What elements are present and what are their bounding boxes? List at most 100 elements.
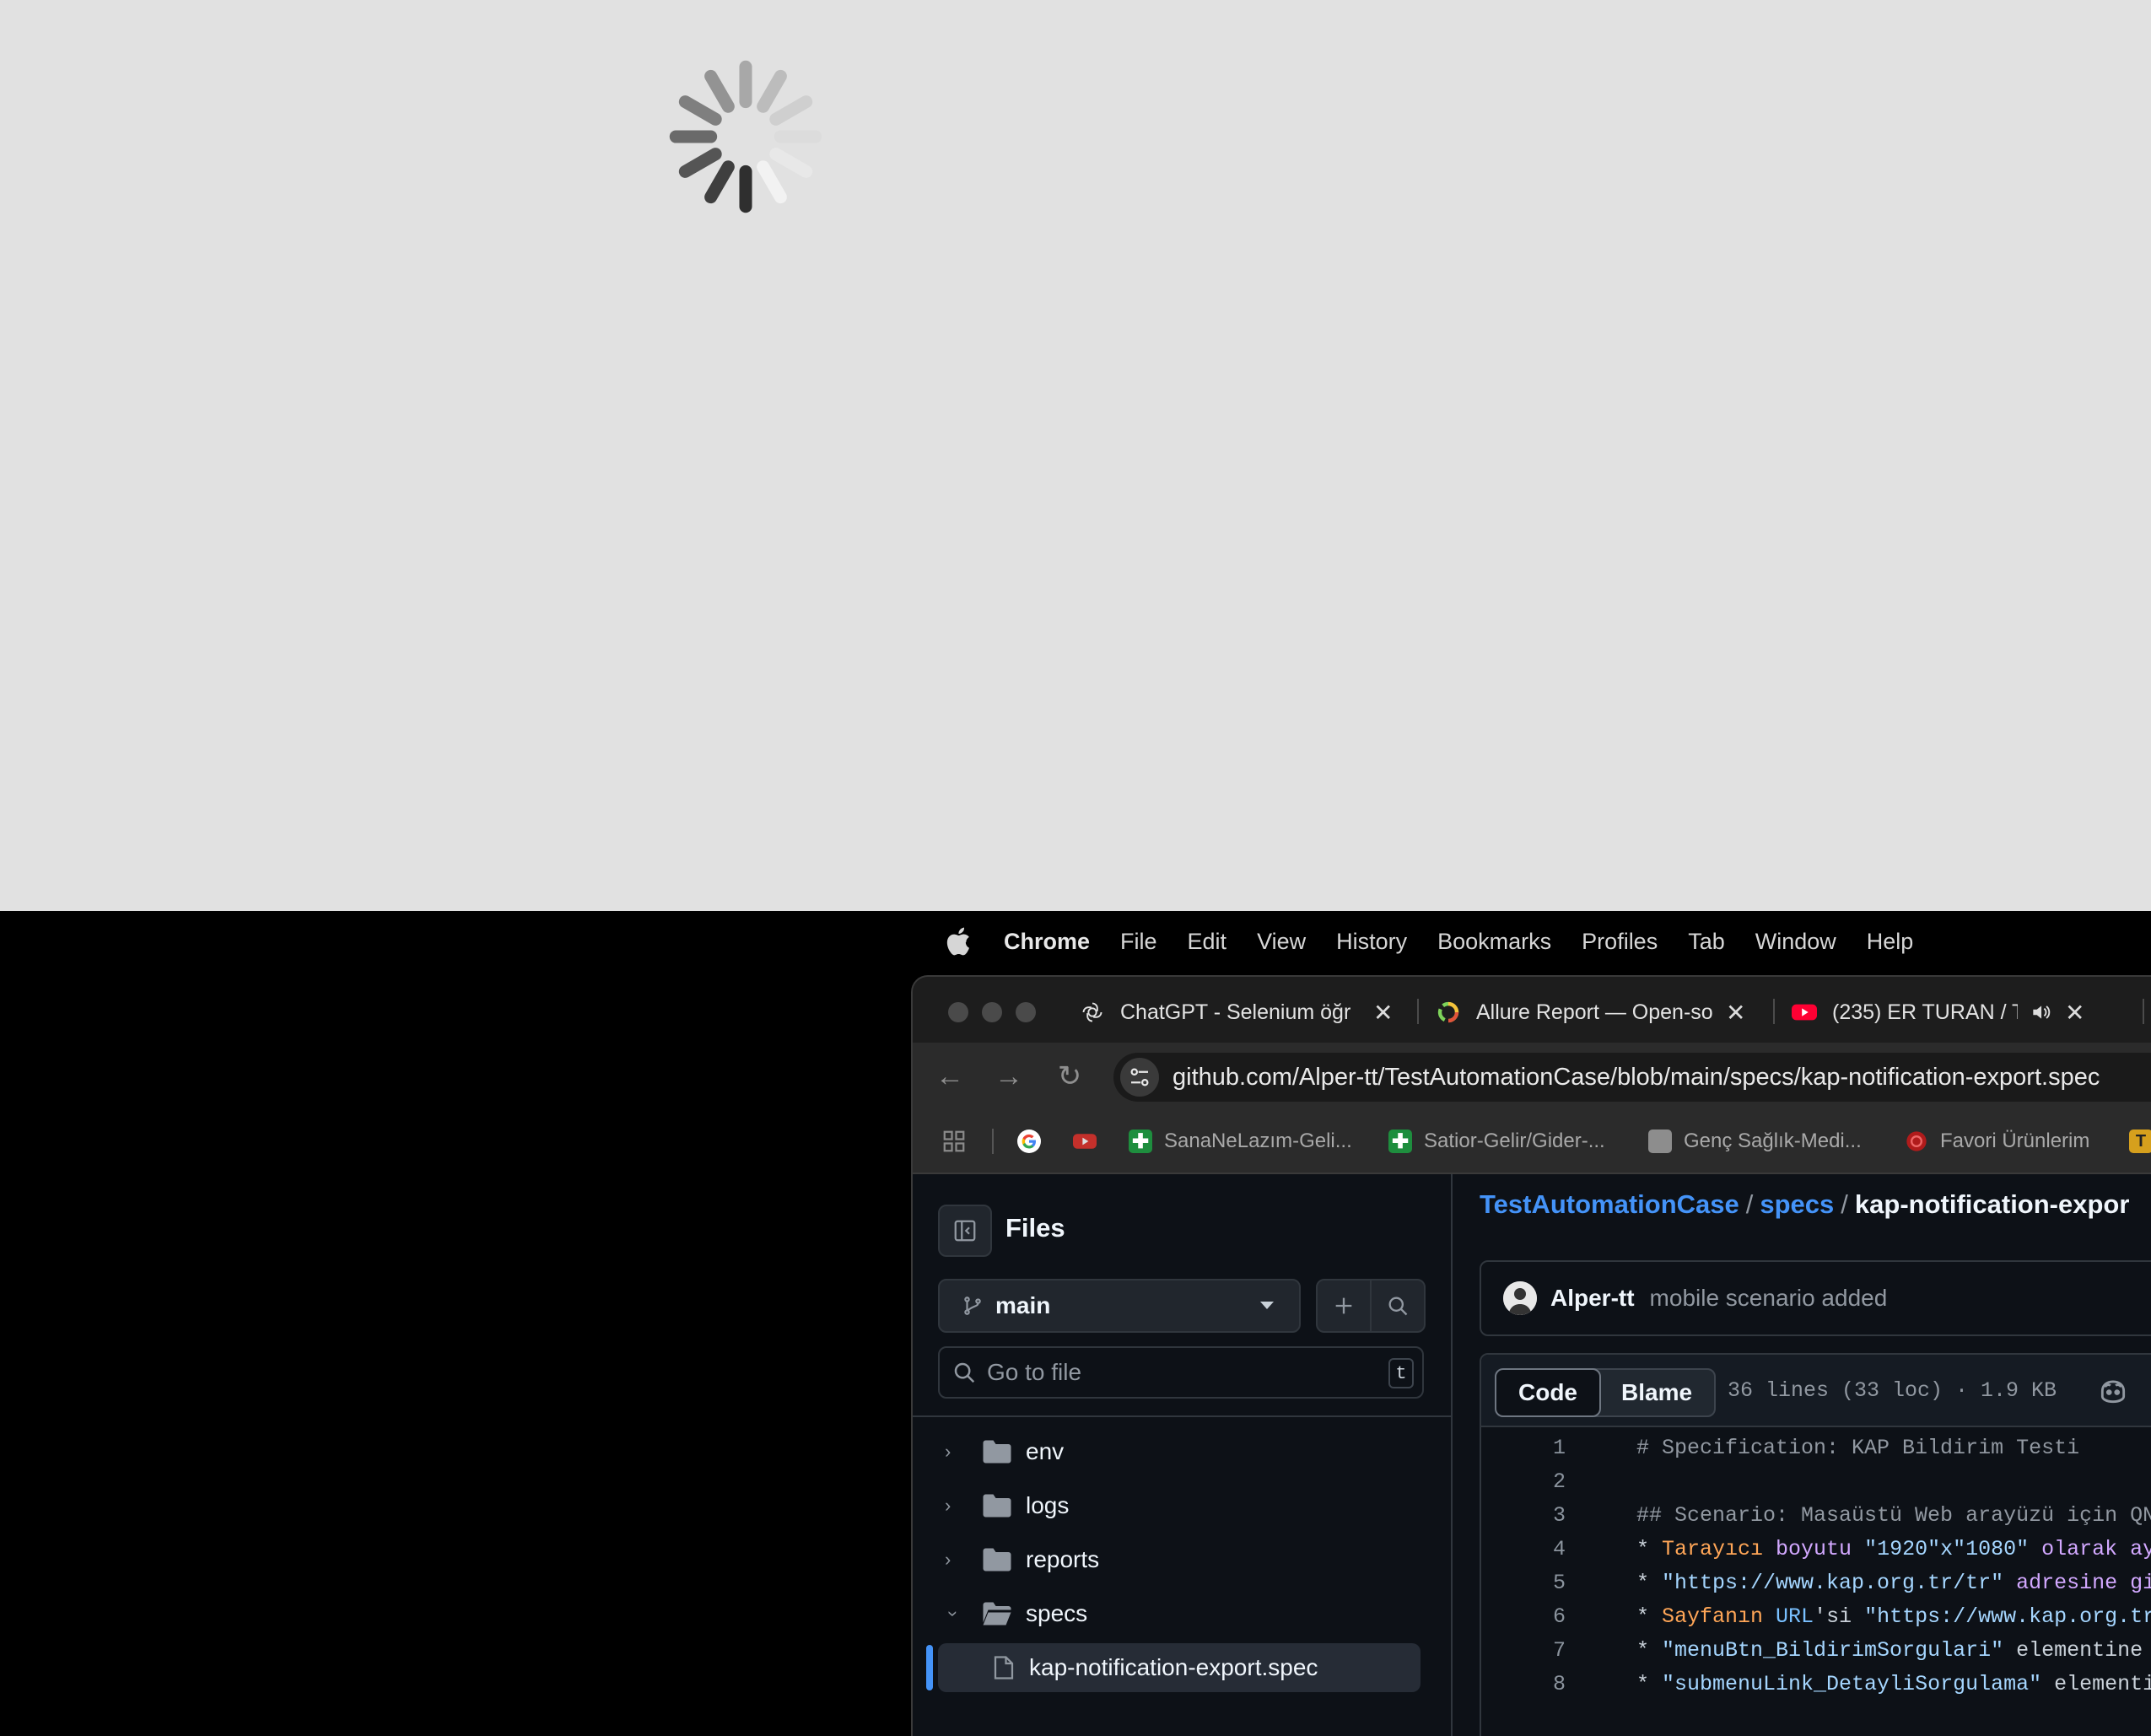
menu-tab[interactable]: Tab [1688,929,1725,955]
line-number[interactable]: 5 [1481,1571,1566,1595]
folder-icon [983,1494,1011,1518]
search-icon [1388,1297,1408,1316]
code-token: adresine gid [2016,1570,2151,1595]
tab-strip: ChatGPT - Selenium öğr ✕ Allure Report —… [913,977,2151,1043]
site-settings-icon[interactable] [1120,1058,1159,1097]
tab-chatgpt[interactable]: ChatGPT - Selenium öğr ✕ [1080,989,1393,1036]
tree-item-specs[interactable]: › specs [913,1589,1451,1638]
folder-icon [983,1548,1011,1572]
address-bar[interactable]: github.com/Alper-tt/TestAutomationCase/b… [1113,1053,2151,1102]
line-content: * "menuBtn_BildirimSorgulari" elementine… [1636,1638,2151,1663]
line-number[interactable]: 6 [1481,1604,1566,1629]
code-token: olarak aya [2041,1536,2151,1561]
code-line: 7 * "menuBtn_BildirimSorgulari" elementin… [1481,1633,2151,1667]
tree-item-logs[interactable]: › logs [913,1481,1451,1530]
browser-toolbar: ← → ↻ github.com/Alper-tt/TestAutomation… [913,1043,2151,1112]
search-button[interactable] [1372,1280,1424,1331]
tree-item-env[interactable]: › env [913,1427,1451,1476]
menu-help[interactable]: Help [1867,929,1914,955]
code-token: * [1636,1604,1663,1629]
tab-allure[interactable]: Allure Report — Open-so ✕ [1436,989,1745,1036]
line-content: # Specification: KAP Bildirim Testi [1636,1436,2079,1460]
file-view: TestAutomationCase / specs / kap-notificatio… [1453,1174,2151,1736]
bookmark-sananelazim[interactable]: ✚ SanaNeLazım-Geli... [1129,1127,1352,1156]
bookmark-satior[interactable]: ✚ Satior-Gelir/Gider-... [1388,1127,1605,1156]
window-zoom-button[interactable] [1016,1002,1036,1022]
bookmark-label: Genç Sağlık-Medi... [1684,1129,1862,1152]
apple-icon[interactable] [943,925,977,958]
avatar[interactable] [1503,1281,1537,1315]
bookmark-genc-saglik[interactable]: Genç Sağlık-Medi... [1648,1127,1862,1156]
line-number[interactable]: 4 [1481,1537,1566,1561]
menu-view[interactable]: View [1257,929,1306,955]
menu-bookmarks[interactable]: Bookmarks [1437,929,1551,955]
line-number[interactable]: 7 [1481,1638,1566,1663]
back-arrow-icon[interactable]: ← [933,1059,967,1093]
sidebar-collapse-icon[interactable] [938,1205,992,1257]
code-token: "submenuLink_DetayliSorgulama" [1662,1671,2055,1696]
breadcrumb-repo-link[interactable]: TestAutomationCase [1480,1189,1739,1219]
file-tree-sidebar: Files main t [913,1174,1453,1736]
tab-youtube[interactable]: (235) ER TURAN / TÜ ✕ [1792,989,2084,1036]
close-icon[interactable]: ✕ [1373,999,1393,1027]
tab-separator [1417,999,1419,1024]
tree-item-selected-file[interactable]: kap-notification-export.spec [938,1643,1421,1692]
copilot-icon[interactable] [2097,1375,2129,1407]
commit-author-link[interactable]: Alper-tt [1550,1285,1635,1312]
tree-item-label: logs [1026,1492,1070,1518]
close-icon[interactable]: ✕ [1726,999,1745,1027]
menu-edit[interactable]: Edit [1188,929,1227,955]
window-close-button[interactable] [948,1002,968,1022]
bookmark-favori[interactable]: Favori Ürünlerim [1905,1127,2089,1156]
bookmark-youtube[interactable] [1073,1127,1108,1156]
close-icon[interactable]: ✕ [2065,999,2084,1027]
blame-tab-button[interactable]: Blame [1599,1370,1714,1415]
speaker-icon[interactable] [2030,1001,2051,1023]
menu-window[interactable]: Window [1755,929,1836,955]
code-token: * [1636,1536,1663,1561]
address-url[interactable]: github.com/Alper-tt/TestAutomationCase/b… [1173,1064,2100,1092]
spinner-spoke [704,160,735,204]
bookmark-label: Satior-Gelir/Gider-... [1424,1129,1605,1152]
menu-profiles[interactable]: Profiles [1582,929,1658,955]
bookmark-label: SanaNeLazım-Geli... [1164,1129,1352,1152]
menu-history[interactable]: History [1336,929,1407,955]
code-tab-button[interactable]: Code [1495,1368,1601,1417]
menu-file[interactable]: File [1120,929,1157,955]
forward-arrow-icon[interactable]: → [992,1059,1026,1093]
code-token: * [1636,1570,1663,1595]
tab-title: (235) ER TURAN / TÜ [1832,1000,2018,1024]
bookmark-google[interactable] [1017,1127,1053,1156]
line-number[interactable]: 2 [1481,1469,1566,1494]
line-content: * "https://www.kap.org.tr/tr" adresine g… [1636,1571,2151,1595]
window-minimize-button[interactable] [982,1002,1002,1022]
chevron-down-icon [1260,1302,1274,1309]
spinner-spoke [769,148,813,178]
line-number[interactable]: 8 [1481,1672,1566,1696]
line-number[interactable]: 3 [1481,1503,1566,1528]
view-mode-toggle: Code Blame [1495,1368,1717,1417]
folder-open-icon [983,1602,1011,1625]
bookmark-overflow[interactable]: T [2129,1127,2151,1156]
go-to-file-field[interactable]: t [938,1346,1424,1399]
line-number[interactable]: 1 [1481,1436,1566,1460]
line-content: * Tarayıcı boyutu "1920"x"1080" olarak a… [1636,1537,2151,1561]
add-file-button[interactable] [1318,1280,1372,1331]
tab-title: ChatGPT - Selenium öğr [1120,1000,1351,1024]
spinner-spoke [757,160,787,204]
apps-grid-icon[interactable] [941,1127,967,1156]
go-to-file-input[interactable] [985,1358,1360,1387]
chevron-right-icon: › [945,1441,952,1462]
menu-app-name[interactable]: Chrome [1004,929,1090,955]
chevron-right-icon: › [945,1549,952,1570]
youtube-icon [1073,1129,1097,1153]
breadcrumb-folder-link[interactable]: specs [1760,1189,1834,1219]
tree-item-reports[interactable]: › reports [913,1535,1451,1584]
branch-selector[interactable]: main [938,1279,1301,1333]
line-content: * "submenuLink_DetayliSorgulama" element… [1636,1672,2151,1696]
breadcrumb-separator: / [1745,1189,1754,1219]
spinner-spoke [757,69,787,113]
loading-screen [0,0,2151,911]
reload-icon[interactable]: ↻ [1053,1059,1086,1093]
commit-message-link[interactable]: mobile scenario added [1650,1285,1888,1312]
